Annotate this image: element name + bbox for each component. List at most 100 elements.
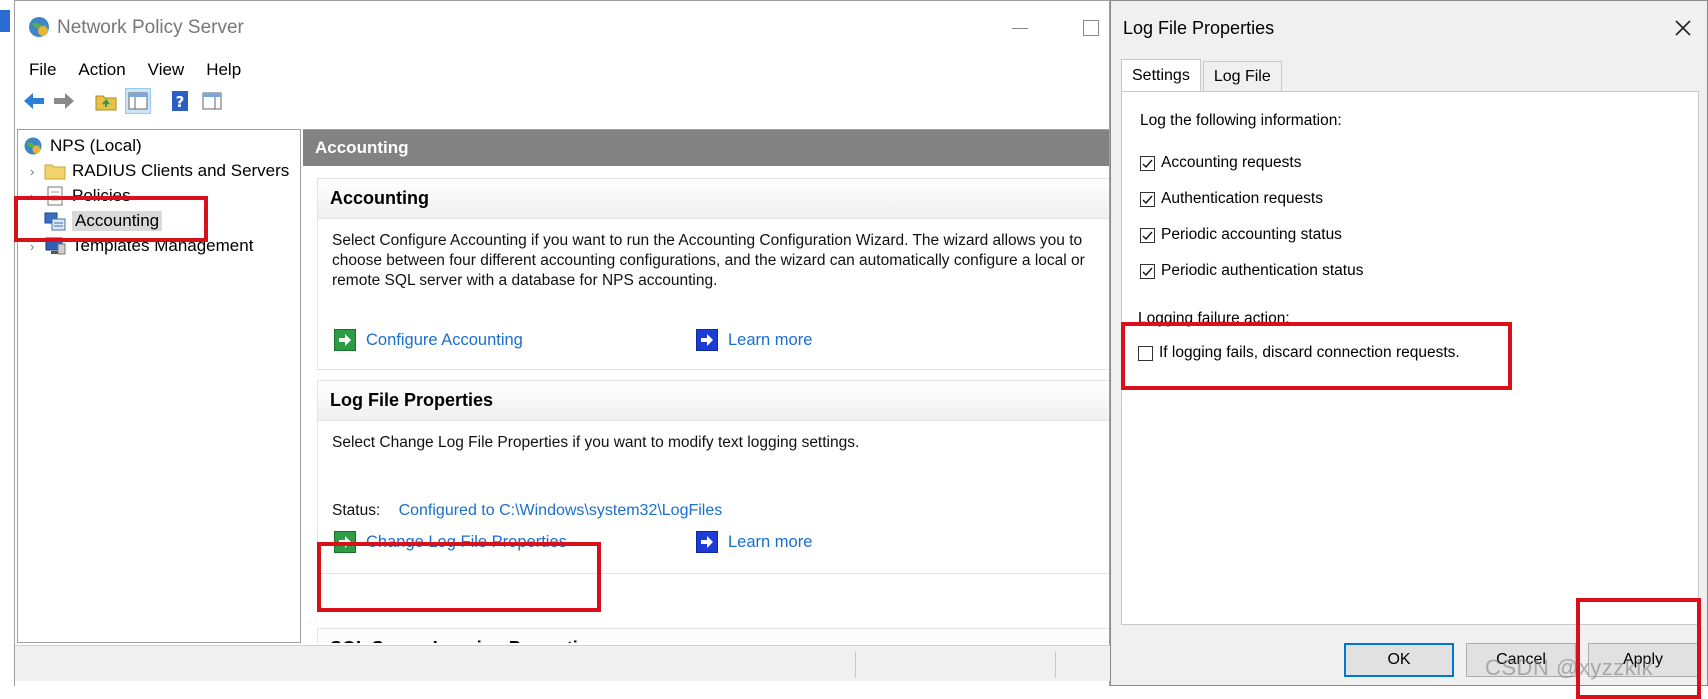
policy-icon	[44, 185, 66, 207]
details-header: Accounting	[303, 130, 1109, 166]
folder-icon	[44, 160, 66, 182]
status-separator	[855, 652, 856, 678]
console-tree-icon	[128, 92, 148, 110]
tree-item-accounting[interactable]: Accounting	[44, 209, 163, 233]
minimize-button[interactable]	[1000, 13, 1040, 43]
checkbox[interactable]	[1140, 191, 1155, 207]
link-text[interactable]: Learn more	[728, 331, 812, 350]
checkmark-icon	[1142, 159, 1153, 168]
accounting-icon	[44, 210, 66, 232]
intro-label: Log the following information:	[1140, 112, 1342, 129]
accounting-section: Accounting Select Configure Accounting i…	[317, 178, 1109, 370]
menu-view[interactable]: View	[148, 60, 185, 80]
tab-settings[interactable]: Settings	[1121, 59, 1201, 91]
accounting-description: Select Configure Accounting if you want …	[332, 231, 1085, 291]
failure-action-heading: Logging failure action:	[1138, 310, 1290, 327]
chevron-right-icon[interactable]: ›	[30, 239, 44, 254]
description-line: choose between four different accounting…	[332, 252, 1085, 269]
checkmark-icon	[1142, 231, 1153, 240]
chevron-right-icon[interactable]: ›	[30, 164, 44, 179]
log-file-properties-dialog: Log File Properties Settings Log File Lo…	[1110, 0, 1708, 686]
forward-arrow-icon	[54, 93, 74, 109]
close-icon[interactable]	[1671, 16, 1695, 40]
change-log-file-properties-link[interactable]: Change Log File Properties	[334, 531, 567, 553]
section-title: SQL Server Logging Properties	[318, 629, 1109, 643]
sql-logging-section: SQL Server Logging Properties	[317, 628, 1109, 643]
ok-button[interactable]: OK	[1344, 643, 1454, 677]
forward-button[interactable]	[51, 88, 77, 114]
globe-icon	[22, 135, 44, 157]
settings-panel: Log the following information: Accountin…	[1121, 91, 1699, 625]
menu-bar: File Action View Help	[15, 55, 1109, 85]
green-arrow-icon	[334, 531, 356, 553]
checkbox[interactable]	[1138, 345, 1153, 361]
link-text[interactable]: Change Log File Properties	[366, 533, 567, 552]
checkbox[interactable]	[1140, 263, 1155, 279]
tree-item-nps-local[interactable]: NPS (Local)	[22, 134, 142, 158]
computer-icon	[44, 235, 66, 257]
check-periodic-accounting-status[interactable]: Periodic accounting status	[1140, 226, 1342, 244]
status-separator	[1055, 652, 1056, 678]
back-arrow-icon	[24, 93, 44, 109]
window-title: Network Policy Server	[57, 17, 244, 38]
log-file-learn-more-link[interactable]: Learn more	[696, 531, 812, 553]
section-title: Log File Properties	[318, 381, 1109, 421]
status-value-link[interactable]: Configured to C:\Windows\system32\LogFil…	[399, 502, 723, 519]
link-text[interactable]: Learn more	[728, 533, 812, 552]
tree-label: NPS (Local)	[50, 136, 142, 155]
nps-app-icon	[29, 17, 49, 37]
section-title: Accounting	[318, 179, 1109, 219]
show-action-pane-button[interactable]	[199, 88, 225, 114]
maximize-button[interactable]	[1070, 13, 1110, 43]
blue-arrow-icon	[696, 329, 718, 351]
dialog-title: Log File Properties	[1123, 18, 1275, 38]
tree-item-radius-clients[interactable]: › RADIUS Clients and Servers	[30, 159, 289, 183]
green-arrow-icon	[334, 329, 356, 351]
tree-item-templates-management[interactable]: › Templates Management	[30, 234, 253, 258]
checkmark-icon	[1142, 267, 1153, 276]
checkbox-label: Periodic authentication status	[1161, 262, 1364, 279]
configure-accounting-link[interactable]: Configure Accounting	[334, 329, 523, 351]
up-one-level-button[interactable]	[93, 88, 119, 114]
chevron-right-icon[interactable]: ›	[30, 189, 44, 204]
menu-file[interactable]: File	[29, 60, 56, 80]
checkmark-icon	[1142, 195, 1153, 204]
check-authentication-requests[interactable]: Authentication requests	[1140, 190, 1323, 208]
back-button[interactable]	[21, 88, 47, 114]
check-discard-on-failure[interactable]: If logging fails, discard connection req…	[1138, 344, 1460, 362]
show-hide-console-tree-button[interactable]	[125, 88, 151, 114]
svg-text:?: ?	[176, 93, 185, 111]
title-bar: Network Policy Server	[15, 1, 1109, 55]
tree-item-policies[interactable]: › Policies	[30, 184, 131, 208]
checkbox-label: Accounting requests	[1161, 154, 1302, 171]
checkbox-label: If logging fails, discard connection req…	[1159, 344, 1460, 361]
description-line: remote SQL server with a database for NP…	[332, 272, 718, 289]
check-periodic-authentication-status[interactable]: Periodic authentication status	[1140, 262, 1363, 280]
blue-arrow-icon	[696, 531, 718, 553]
menu-help[interactable]: Help	[206, 60, 241, 80]
status-bar	[15, 645, 1111, 681]
menu-action[interactable]: Action	[78, 60, 125, 80]
log-file-section: Log File Properties Select Change Log Fi…	[317, 380, 1109, 574]
tree-label: Accounting	[72, 211, 163, 231]
description-line: Select Configure Accounting if you want …	[332, 232, 1083, 249]
background-window-edge	[0, 10, 10, 32]
status-row: Status: Configured to C:\Windows\system3…	[332, 501, 722, 521]
tab-log-file[interactable]: Log File	[1202, 61, 1282, 91]
help-icon: ?	[172, 91, 188, 111]
log-file-description: Select Change Log File Properties if you…	[332, 434, 860, 451]
action-pane-icon	[202, 92, 222, 110]
checkbox[interactable]	[1140, 227, 1155, 243]
checkbox[interactable]	[1140, 155, 1155, 171]
check-accounting-requests[interactable]: Accounting requests	[1140, 154, 1301, 172]
accounting-learn-more-link[interactable]: Learn more	[696, 329, 812, 351]
status-label: Status:	[332, 502, 381, 519]
console-tree: NPS (Local) › RADIUS Clients and Servers…	[17, 129, 301, 643]
dialog-tabs: Settings Log File	[1121, 59, 1284, 91]
nps-window: Network Policy Server File Action View H…	[14, 0, 1111, 686]
checkbox-label: Authentication requests	[1161, 190, 1323, 207]
help-button[interactable]: ?	[167, 88, 193, 114]
checkbox-label: Periodic accounting status	[1161, 226, 1342, 243]
folder-up-icon	[95, 95, 117, 111]
link-text[interactable]: Configure Accounting	[366, 331, 523, 350]
